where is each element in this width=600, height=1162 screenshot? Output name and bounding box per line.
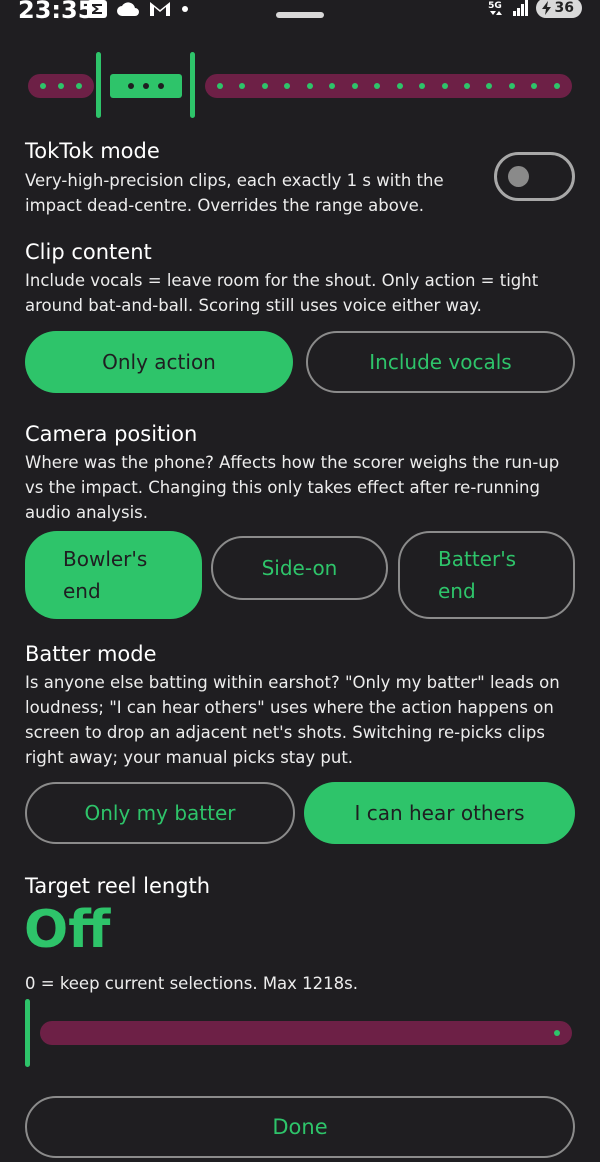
battery-level: 36 [554, 0, 574, 16]
only-action-button[interactable]: Only action [25, 331, 293, 393]
range-end-thumb[interactable] [190, 52, 195, 118]
signal-icon [512, 0, 528, 16]
target-reel-title: Target reel length [25, 874, 211, 898]
track-dot [76, 83, 82, 89]
gmail-icon [150, 2, 170, 16]
track-dot [217, 83, 223, 89]
only-my-batter-button[interactable]: Only my batter [25, 782, 295, 844]
done-button[interactable]: Done [25, 1096, 575, 1158]
svg-text:5G: 5G [488, 1, 502, 11]
track-dot [158, 83, 164, 89]
clip-content-description: Include vocals = leave room for the shou… [25, 271, 539, 315]
track-dot [419, 83, 426, 89]
charging-bolt-icon [541, 1, 551, 15]
network-5g-icon: 5G [488, 1, 502, 15]
track-dot [329, 83, 336, 89]
track-dot [486, 83, 493, 89]
cloud-icon [117, 2, 139, 17]
i-can-hear-others-button[interactable]: I can hear others [304, 782, 575, 844]
track-dot [531, 83, 538, 89]
tiktok-mode-description: Very-high-precision clips, each exactly … [25, 171, 444, 215]
drag-handle[interactable] [276, 12, 324, 18]
sigma-app-icon [87, 0, 107, 18]
clip-content-title: Clip content [25, 240, 152, 264]
track-dot [58, 83, 64, 89]
target-reel-hint: 0 = keep current selections. Max 1218s. [25, 974, 359, 993]
side-on-button[interactable]: Side-on [211, 536, 388, 600]
clip-range-track-left[interactable] [28, 74, 94, 98]
tiktok-mode-toggle[interactable] [494, 152, 575, 201]
track-dot [351, 83, 358, 89]
batters-end-button[interactable]: Batter's end [398, 531, 575, 619]
batter-mode-description: Is anyone else batting within earshot? "… [25, 673, 560, 767]
system-icons: 5G 36 [484, 0, 582, 18]
toggle-knob [508, 166, 529, 187]
clip-range-selected[interactable] [110, 74, 182, 98]
reel-length-track[interactable] [40, 1021, 572, 1045]
track-dot [441, 83, 448, 89]
include-vocals-button[interactable]: Include vocals [306, 331, 575, 393]
status-time: 23:35 [18, 0, 95, 24]
track-dot [508, 83, 515, 89]
tiktok-mode-title: TokTok mode [25, 139, 160, 163]
track-dot [374, 83, 381, 89]
track-dot [40, 83, 46, 89]
reel-length-thumb[interactable] [25, 999, 30, 1067]
track-dot [553, 83, 560, 89]
track-dot [284, 83, 291, 89]
range-start-thumb[interactable] [96, 52, 101, 118]
track-dot [396, 83, 403, 89]
track-dot [239, 83, 246, 89]
batter-mode-title: Batter mode [25, 642, 157, 666]
track-dot [261, 83, 268, 89]
track-dot [128, 83, 134, 89]
battery-indicator: 36 [535, 0, 582, 18]
camera-position-title: Camera position [25, 422, 198, 446]
track-dot [306, 83, 313, 89]
track-dot [143, 83, 149, 89]
track-dot [463, 83, 470, 89]
clip-range-track-right[interactable] [205, 74, 572, 98]
camera-position-description: Where was the phone? Affects how the sco… [25, 453, 560, 522]
target-reel-value: Off [24, 900, 111, 960]
notification-icons [86, 0, 190, 20]
track-end-dot [554, 1030, 560, 1036]
bowlers-end-button[interactable]: Bowler's end [25, 531, 202, 619]
more-dot-icon [182, 6, 188, 12]
